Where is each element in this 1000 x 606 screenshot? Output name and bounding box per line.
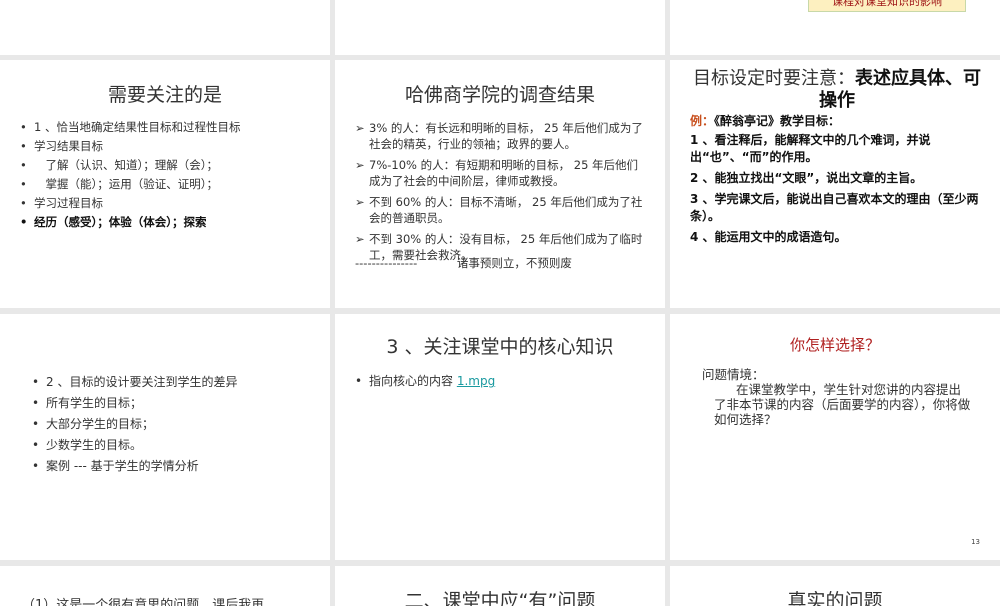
bullet: 学习结果目标 bbox=[20, 137, 320, 156]
goal-item: 4 、能运用文中的成语造句。 bbox=[690, 230, 847, 244]
bullet: 掌握（能）；运用（验证、证明）； bbox=[20, 175, 320, 194]
slide-thumbnail[interactable]: 课程对课堂知识的影响 bbox=[670, 0, 1000, 55]
slide-thumbnail[interactable]: （1）这是一个很有意思的问题，课后我再 bbox=[0, 566, 330, 606]
slide-title: 目标设定时要注意： bbox=[693, 68, 855, 89]
bullet: 7%-10% 的人：有短期和明晰的目标， 25 年后他们成为了社会的中间阶层，律… bbox=[355, 157, 645, 189]
scenario-label: 问题情境： bbox=[702, 367, 765, 382]
bullet: 2 、目标的设计要关注到学生的差异 bbox=[32, 372, 322, 393]
slide-thumbnail[interactable] bbox=[335, 0, 665, 55]
bullet: 大部分学生的目标； bbox=[32, 414, 322, 435]
bullet: 少数学生的目标。 bbox=[32, 435, 322, 456]
slide-thumbnail[interactable] bbox=[0, 0, 330, 55]
slide-title: 3 、关注课堂中的核心知识 bbox=[386, 336, 614, 358]
slide-text: （1）这是一个很有意思的问题，课后我再 bbox=[22, 598, 265, 606]
goal-item: 1 、看注释后，能解释文中的几个难词，并说出“也”、“而”的作用。 bbox=[690, 133, 931, 164]
goal-item: 3 、学完课文后，能说出自己喜欢本文的理由（至少两条）。 bbox=[690, 192, 979, 223]
slide-thumbnail[interactable]: 哈佛商学院的调查结果 3% 的人：有长远和明晰的目标， 25 年后他们成为了社会… bbox=[335, 60, 665, 308]
bullet: 指向核心的内容 1.mpg bbox=[355, 372, 495, 391]
bullet: 3% 的人：有长远和明晰的目标， 25 年后他们成为了社会的精英，行业的领袖；政… bbox=[355, 120, 645, 152]
slide-thumbnail[interactable]: 需要关注的是 1 、恰当地确定结果性目标和过程性目标 学习结果目标 了解（认识、… bbox=[0, 60, 330, 308]
slide-title: 二、课堂中应“有”问题 bbox=[404, 590, 596, 606]
bullet: 所有学生的目标； bbox=[32, 393, 322, 414]
bullet: 了解（认识、知道）；理解（会）； bbox=[20, 156, 320, 175]
slide-thumbnail[interactable]: 目标设定时要注意：表述应具体、可操作 例：《醉翁亭记》教学目标： 1 、看注释后… bbox=[670, 60, 1000, 308]
bullet-text: 指向核心的内容 bbox=[369, 374, 457, 388]
bullet: 不到 60% 的人：目标不清晰， 25 年后他们成为了社会的普通职员。 bbox=[355, 194, 645, 226]
scenario-body: 在课堂教学中，学生针对您讲的内容提出了非本节课的内容（后面要学的内容），你将做如… bbox=[714, 382, 971, 427]
slide-thumbnail[interactable]: 你怎样选择？ 问题情境： 在课堂教学中，学生针对您讲的内容提出了非本节课的内容（… bbox=[670, 314, 1000, 560]
bullet: 经历（感受）；体验（体会）；探索 bbox=[20, 213, 320, 232]
video-link[interactable]: 1.mpg bbox=[457, 374, 495, 388]
page-number: 13 bbox=[971, 538, 980, 546]
goal-item: 2 、能独立找出“文眼”，说出文章的主旨。 bbox=[690, 171, 923, 185]
caption-box: 课程对课堂知识的影响 bbox=[808, 0, 966, 12]
bullet: 1 、恰当地确定结果性目标和过程性目标 bbox=[20, 118, 320, 137]
footer-text: 诸事预则立，不预则废 bbox=[456, 256, 572, 270]
slide-thumbnail[interactable]: 2 、目标的设计要关注到学生的差异 所有学生的目标； 大部分学生的目标； 少数学… bbox=[0, 314, 330, 560]
slide-thumbnail[interactable]: 3 、关注课堂中的核心知识 指向核心的内容 1.mpg bbox=[335, 314, 665, 560]
example-text: 《醉翁亭记》教学目标： bbox=[714, 114, 841, 128]
bullet: 学习过程目标 bbox=[20, 194, 320, 213]
divider-dashes: --------------- bbox=[355, 256, 418, 270]
slide-title: 需要关注的是 bbox=[107, 84, 222, 106]
slide-title: 真实的问题 bbox=[787, 590, 883, 606]
slide-thumbnail[interactable]: 二、课堂中应“有”问题 bbox=[335, 566, 665, 606]
slide-title: 你怎样选择？ bbox=[789, 336, 880, 354]
bullet: 案例 --- 基于学生的学情分析 bbox=[32, 456, 322, 477]
example-label: 例： bbox=[690, 114, 715, 128]
slide-thumbnail[interactable]: 真实的问题 bbox=[670, 566, 1000, 606]
slide-title: 哈佛商学院的调查结果 bbox=[404, 84, 595, 106]
